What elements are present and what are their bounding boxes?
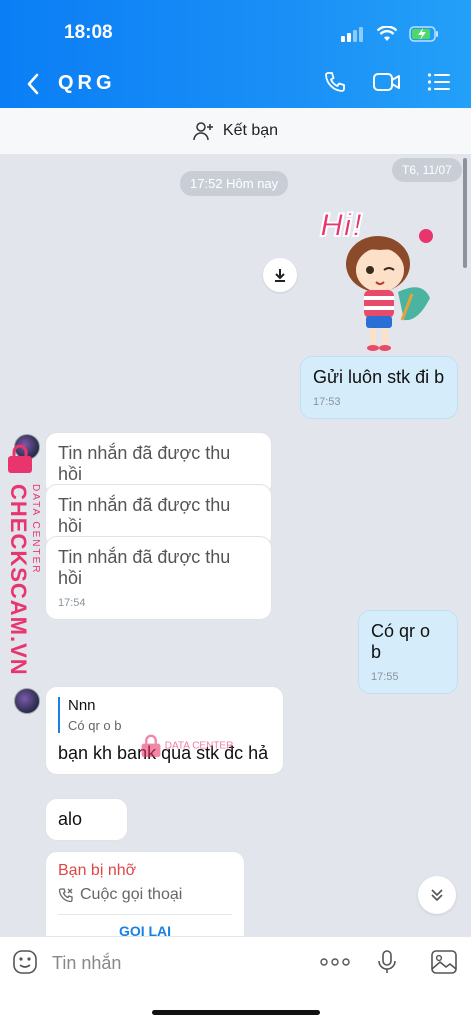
download-icon — [275, 269, 285, 282]
status-icons — [341, 26, 439, 42]
call-back-button[interactable]: GỌI LẠI — [58, 914, 232, 936]
missed-call-card[interactable]: Bạn bị nhỡ Cuộc gọi thoại GỌI LẠI — [45, 851, 245, 936]
watermark-brand: CHECKSCAM.VN — [6, 484, 31, 676]
back-icon[interactable] — [22, 70, 46, 98]
status-time: 18:08 — [64, 22, 113, 43]
add-friend-icon — [193, 122, 213, 141]
message-text: alo — [58, 809, 83, 829]
menu-list-icon[interactable] — [427, 72, 451, 92]
message-outgoing[interactable]: Gửi luôn stk đi b 17:53 — [300, 356, 458, 419]
time-pill: 17:52 Hôm nay — [180, 171, 289, 196]
battery-charging-icon — [409, 26, 438, 42]
reply-quote[interactable]: Nnn Có qr o b — [58, 697, 271, 733]
missed-call-title: Bạn bị nhỡ — [58, 862, 137, 879]
reply-sender: Nnn — [68, 697, 96, 714]
message-text: Tin nhắn đã được thu hồi — [58, 443, 231, 484]
download-button[interactable] — [263, 258, 297, 292]
message-text: Tin nhắn đã được thu hồi — [58, 547, 231, 588]
composer: Tin nhắn — [0, 936, 471, 988]
phone-icon[interactable] — [323, 70, 347, 94]
add-friend-bar[interactable]: Kết bạn — [0, 108, 471, 154]
scroll-to-bottom-button[interactable] — [418, 876, 456, 914]
home-indicator[interactable] — [152, 1010, 320, 1015]
more-options-icon[interactable] — [320, 957, 350, 967]
message-reply[interactable]: Nnn Có qr o b bạn kh bank qua stk đc hả — [45, 686, 284, 775]
message-text: Tin nhắn đã được thu hồi — [58, 495, 231, 536]
header-actions — [323, 70, 451, 94]
sticker-text: Hi! — [320, 207, 363, 243]
watermark-sub: DATA CENTER — [164, 740, 234, 752]
double-chevron-down-icon — [431, 889, 443, 902]
chat-title[interactable]: QRG — [58, 72, 116, 95]
message-list[interactable]: T6, 11/07 17:52 Hôm nay Hi! Gửi luôn stk… — [0, 154, 471, 936]
bottom-safe-area — [0, 988, 471, 1024]
reply-text: Có qr o b — [68, 718, 122, 733]
message-outgoing[interactable]: Có qr o b 17:55 — [358, 610, 458, 694]
add-friend-label: Kết bạn — [222, 122, 279, 139]
watermark-sub: DATA CENTER — [30, 484, 41, 575]
message-recalled[interactable]: Tin nhắn đã được thu hồi 17:54 — [45, 536, 272, 620]
call-type: Cuộc gọi thoại — [58, 886, 232, 904]
watermark-center: DATA CENTER — [140, 734, 233, 758]
watermark-lock-icon — [8, 444, 32, 473]
signal-icon — [341, 27, 363, 42]
message-time: 17:55 — [371, 671, 399, 683]
video-call-icon[interactable] — [373, 71, 401, 93]
chat-header: 18:08 QRG — [0, 0, 471, 108]
avatar[interactable] — [14, 688, 40, 714]
call-type-text: Cuộc gọi thoại — [80, 886, 183, 903]
emoji-icon[interactable] — [12, 949, 38, 975]
hi-sticker[interactable]: Hi! — [318, 202, 438, 354]
message-time: 17:54 — [58, 597, 86, 609]
missed-call-icon — [58, 888, 73, 903]
scrollbar[interactable] — [463, 158, 467, 268]
message-incoming[interactable]: alo — [45, 798, 128, 841]
watermark-lock-icon — [141, 734, 161, 757]
microphone-icon[interactable] — [376, 949, 398, 975]
message-text: Có qr o b — [371, 621, 431, 662]
wifi-icon — [377, 26, 397, 41]
message-text: Gửi luôn stk đi b — [313, 367, 445, 387]
message-time: 17:53 — [313, 396, 341, 408]
message-input[interactable]: Tin nhắn — [52, 953, 121, 974]
image-gallery-icon[interactable] — [430, 949, 458, 975]
date-pill: T6, 11/07 — [392, 158, 462, 182]
